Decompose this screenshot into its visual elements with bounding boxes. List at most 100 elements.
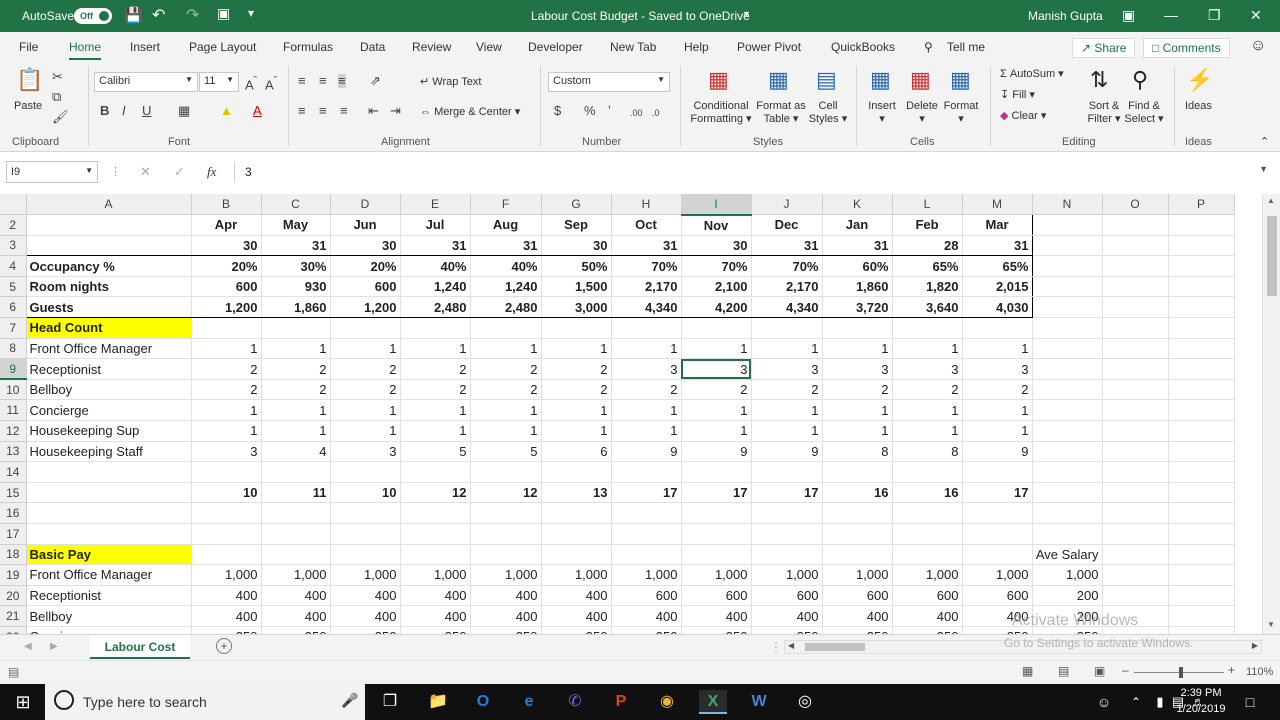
tab-power-pivot[interactable]: Power Pivot	[737, 40, 801, 54]
file-explorer-icon[interactable]: 📁	[424, 690, 452, 714]
cell-k12[interactable]: 1	[822, 420, 893, 442]
format-painter-icon[interactable]: 🖌	[52, 110, 69, 124]
cell-i4[interactable]: 70%	[681, 255, 752, 277]
cell-p19[interactable]	[1168, 564, 1235, 586]
cell-j4[interactable]: 70%	[751, 255, 823, 277]
cell-d15[interactable]: 10	[330, 482, 401, 504]
cell-b10[interactable]: 2	[191, 379, 262, 401]
cell-p15[interactable]	[1168, 482, 1235, 504]
autosave-toggle[interactable]: Off	[74, 8, 112, 24]
cell-e6[interactable]: 2,480	[400, 296, 471, 319]
paste-icon[interactable]: 📋	[16, 68, 43, 92]
ideas-button[interactable]: Ideas	[1185, 100, 1212, 113]
cell-g13[interactable]: 6	[541, 441, 612, 463]
cell-d18[interactable]	[330, 544, 401, 566]
row-header-7[interactable]: 7	[0, 317, 27, 339]
user-name[interactable]: Manish Gupta	[1028, 9, 1103, 23]
cell-m13[interactable]: 9	[962, 441, 1033, 463]
insert-button[interactable]: Insert ▾	[867, 100, 897, 126]
cell-e22[interactable]: 350	[400, 626, 471, 634]
cell-l9[interactable]: 3	[892, 358, 963, 380]
column-header-m[interactable]: M	[962, 194, 1033, 216]
cell-c16[interactable]	[261, 502, 331, 524]
cell-l22[interactable]: 350	[892, 626, 963, 634]
cell-c19[interactable]: 1,000	[261, 564, 331, 586]
cell-f8[interactable]: 1	[470, 338, 542, 360]
align-left-icon[interactable]: ≡	[298, 104, 306, 118]
cell-l12[interactable]: 1	[892, 420, 963, 442]
cell-c4[interactable]: 30%	[261, 255, 331, 277]
cell-o17[interactable]	[1102, 523, 1169, 545]
cell-o8[interactable]	[1102, 338, 1169, 360]
cell-b8[interactable]: 1	[191, 338, 262, 360]
cell-h6[interactable]: 4,340	[611, 296, 682, 319]
cell-m17[interactable]	[962, 523, 1033, 545]
cancel-icon[interactable]: ✕	[140, 165, 151, 178]
normal-view-icon[interactable]: ▦	[1022, 664, 1033, 678]
cell-d11[interactable]: 1	[330, 399, 401, 422]
cell-c12[interactable]: 1	[261, 420, 331, 442]
scroll-right-icon[interactable]: ▶	[1252, 641, 1258, 650]
cell-p10[interactable]	[1168, 379, 1235, 401]
cell-f12[interactable]: 1	[470, 420, 542, 442]
cell-k5[interactable]: 1,860	[822, 276, 893, 298]
cell-n2[interactable]	[1032, 214, 1103, 236]
cell-k10[interactable]: 2	[822, 379, 893, 401]
cell-p5[interactable]	[1168, 276, 1235, 298]
cell-i16[interactable]	[681, 502, 752, 524]
orientation-icon[interactable]: ⇗	[370, 74, 381, 88]
cell-a17[interactable]	[26, 523, 192, 545]
cell-c3[interactable]: 31	[261, 235, 331, 257]
cell-g3[interactable]: 30	[541, 235, 612, 257]
cell-j9[interactable]: 3	[751, 358, 823, 380]
formula-input[interactable]: 3 ▼	[234, 161, 1276, 183]
row-header-12[interactable]: 12	[0, 420, 27, 442]
cell-j19[interactable]: 1,000	[751, 564, 823, 586]
cell-a16[interactable]	[26, 502, 192, 524]
cell-n14[interactable]	[1032, 461, 1103, 483]
column-header-k[interactable]: K	[822, 194, 893, 216]
cell-p16[interactable]	[1168, 502, 1235, 524]
viber-icon[interactable]: ✆	[561, 690, 589, 714]
cell-k18[interactable]	[822, 544, 893, 566]
cell-f7[interactable]	[470, 317, 542, 339]
cell-m15[interactable]: 17	[962, 482, 1033, 504]
share-button[interactable]: ↗ Share	[1072, 38, 1136, 58]
chrome-icon[interactable]: ◉	[653, 690, 681, 714]
scroll-down-icon[interactable]: ▼	[1267, 620, 1275, 629]
cell-p7[interactable]	[1168, 317, 1235, 339]
cell-h21[interactable]: 400	[611, 605, 682, 627]
cell-h2[interactable]: Oct	[611, 214, 682, 236]
cell-k21[interactable]: 400	[822, 605, 893, 627]
cell-m5[interactable]: 2,015	[962, 276, 1033, 298]
cell-i10[interactable]: 2	[681, 379, 752, 401]
cell-f20[interactable]: 400	[470, 585, 542, 607]
cell-l3[interactable]: 28	[892, 235, 963, 257]
row-header-11[interactable]: 11	[0, 399, 27, 422]
cell-l11[interactable]: 1	[892, 399, 963, 422]
cell-h5[interactable]: 2,170	[611, 276, 682, 298]
cell-k20[interactable]: 600	[822, 585, 893, 607]
cell-l5[interactable]: 1,820	[892, 276, 963, 298]
cell-k15[interactable]: 16	[822, 482, 893, 504]
tab-home[interactable]: Home	[69, 40, 102, 60]
row-header-3[interactable]: 3	[0, 235, 27, 257]
task-view-icon[interactable]: ❐	[376, 690, 404, 714]
cell-j8[interactable]: 1	[751, 338, 823, 360]
cell-b12[interactable]: 1	[191, 420, 262, 442]
cell-o10[interactable]	[1102, 379, 1169, 401]
cell-c20[interactable]: 400	[261, 585, 331, 607]
cell-j18[interactable]	[751, 544, 823, 566]
tab-file[interactable]: File	[19, 40, 38, 54]
tab-developer[interactable]: Developer	[528, 40, 583, 54]
cell-i8[interactable]: 1	[681, 338, 752, 360]
cell-o14[interactable]	[1102, 461, 1169, 483]
cell-g15[interactable]: 13	[541, 482, 612, 504]
add-sheet-icon[interactable]: +	[216, 638, 232, 654]
increase-indent-icon[interactable]: ⇥	[390, 104, 401, 118]
powerpoint-icon[interactable]: P	[607, 690, 635, 714]
font-color-icon[interactable]: A	[253, 104, 262, 118]
scroll-left-icon[interactable]: ◀	[788, 641, 794, 650]
tab-review[interactable]: Review	[412, 40, 451, 54]
cell-a7[interactable]: Head Count	[26, 317, 192, 339]
